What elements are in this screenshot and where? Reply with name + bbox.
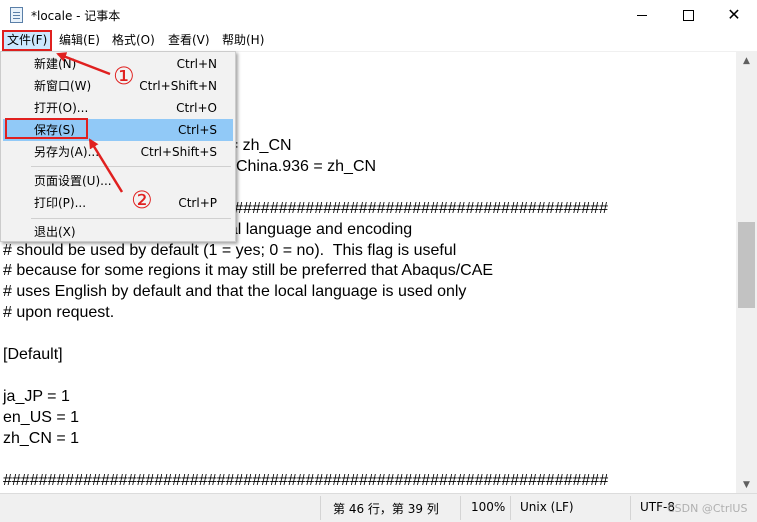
maximize-button[interactable] — [665, 0, 711, 30]
cursor-position: 第 46 行，第 39 列 — [333, 502, 439, 516]
title-bar: *locale - 记事本 ✕ — [0, 0, 757, 30]
menu-item-open[interactable]: 打开(O)... Ctrl+O — [3, 97, 233, 119]
status-bar: 第 46 行，第 39 列 100% Unix (LF) UTF-8 CSDN … — [0, 493, 757, 522]
scroll-down-arrow-icon[interactable]: ▼ — [736, 476, 757, 493]
menu-item-exit[interactable]: 退出(X) — [3, 221, 233, 243]
minimize-button[interactable] — [619, 0, 665, 30]
line-ending: Unix (LF) — [520, 500, 574, 514]
menu-item-shortcut: Ctrl+Shift+S — [140, 145, 217, 159]
status-separator — [510, 496, 511, 520]
status-separator — [320, 496, 321, 520]
menu-item-shortcut: Ctrl+N — [176, 57, 217, 71]
minimize-icon — [637, 14, 647, 16]
menu-item-save-as[interactable]: 另存为(A)... Ctrl+Shift+S — [3, 141, 233, 163]
menu-item-label: 打印(P)... — [34, 196, 87, 210]
menu-bar: 文件(F) 编辑(E) 格式(O) 查看(V) 帮助(H) — [0, 30, 757, 52]
step-2-badge: ② — [131, 186, 153, 214]
scrollbar-thumb[interactable] — [738, 222, 755, 308]
menu-item-print[interactable]: 打印(P)... Ctrl+P — [3, 192, 233, 214]
menu-item-label: 新窗口(W) — [34, 79, 92, 93]
menu-item-shortcut: Ctrl+S — [177, 123, 217, 137]
zoom-level: 100% — [471, 500, 506, 514]
status-separator — [460, 496, 461, 520]
scroll-up-arrow-icon[interactable]: ▲ — [736, 52, 757, 69]
maximize-icon — [682, 9, 694, 21]
menu-item-shortcut: Ctrl+Shift+N — [139, 79, 217, 93]
menu-format[interactable]: 格式(O) — [107, 31, 160, 50]
close-button[interactable]: ✕ — [711, 0, 757, 30]
menu-item-page-setup[interactable]: 页面设置(U)... — [3, 170, 233, 192]
menu-item-label: 页面设置(U)... — [34, 174, 112, 188]
menu-item-shortcut: Ctrl+P — [178, 196, 217, 210]
menu-item-label: 另存为(A)... — [34, 145, 100, 159]
menu-file[interactable]: 文件(F) — [2, 30, 53, 51]
notepad-icon — [10, 7, 23, 23]
window-title: *locale - 记事本 — [31, 9, 121, 23]
save-highlight-box — [5, 118, 88, 139]
watermark: CSDN @CtrlUS — [667, 502, 748, 515]
step-1-badge: ① — [113, 62, 135, 90]
menu-help[interactable]: 帮助(H) — [217, 31, 269, 50]
close-icon: ✕ — [727, 5, 741, 24]
menu-view[interactable]: 查看(V) — [163, 31, 215, 50]
menu-separator — [31, 166, 231, 167]
menu-edit[interactable]: 编辑(E) — [54, 31, 105, 50]
menu-separator — [31, 218, 231, 219]
menu-item-shortcut: Ctrl+O — [176, 101, 217, 115]
menu-item-label: 打开(O)... — [34, 101, 89, 115]
menu-item-label: 新建(N) — [34, 57, 77, 71]
vertical-scrollbar[interactable]: ▲ ▼ — [736, 52, 757, 493]
menu-item-label: 退出(X) — [34, 225, 76, 239]
status-separator — [630, 496, 631, 520]
